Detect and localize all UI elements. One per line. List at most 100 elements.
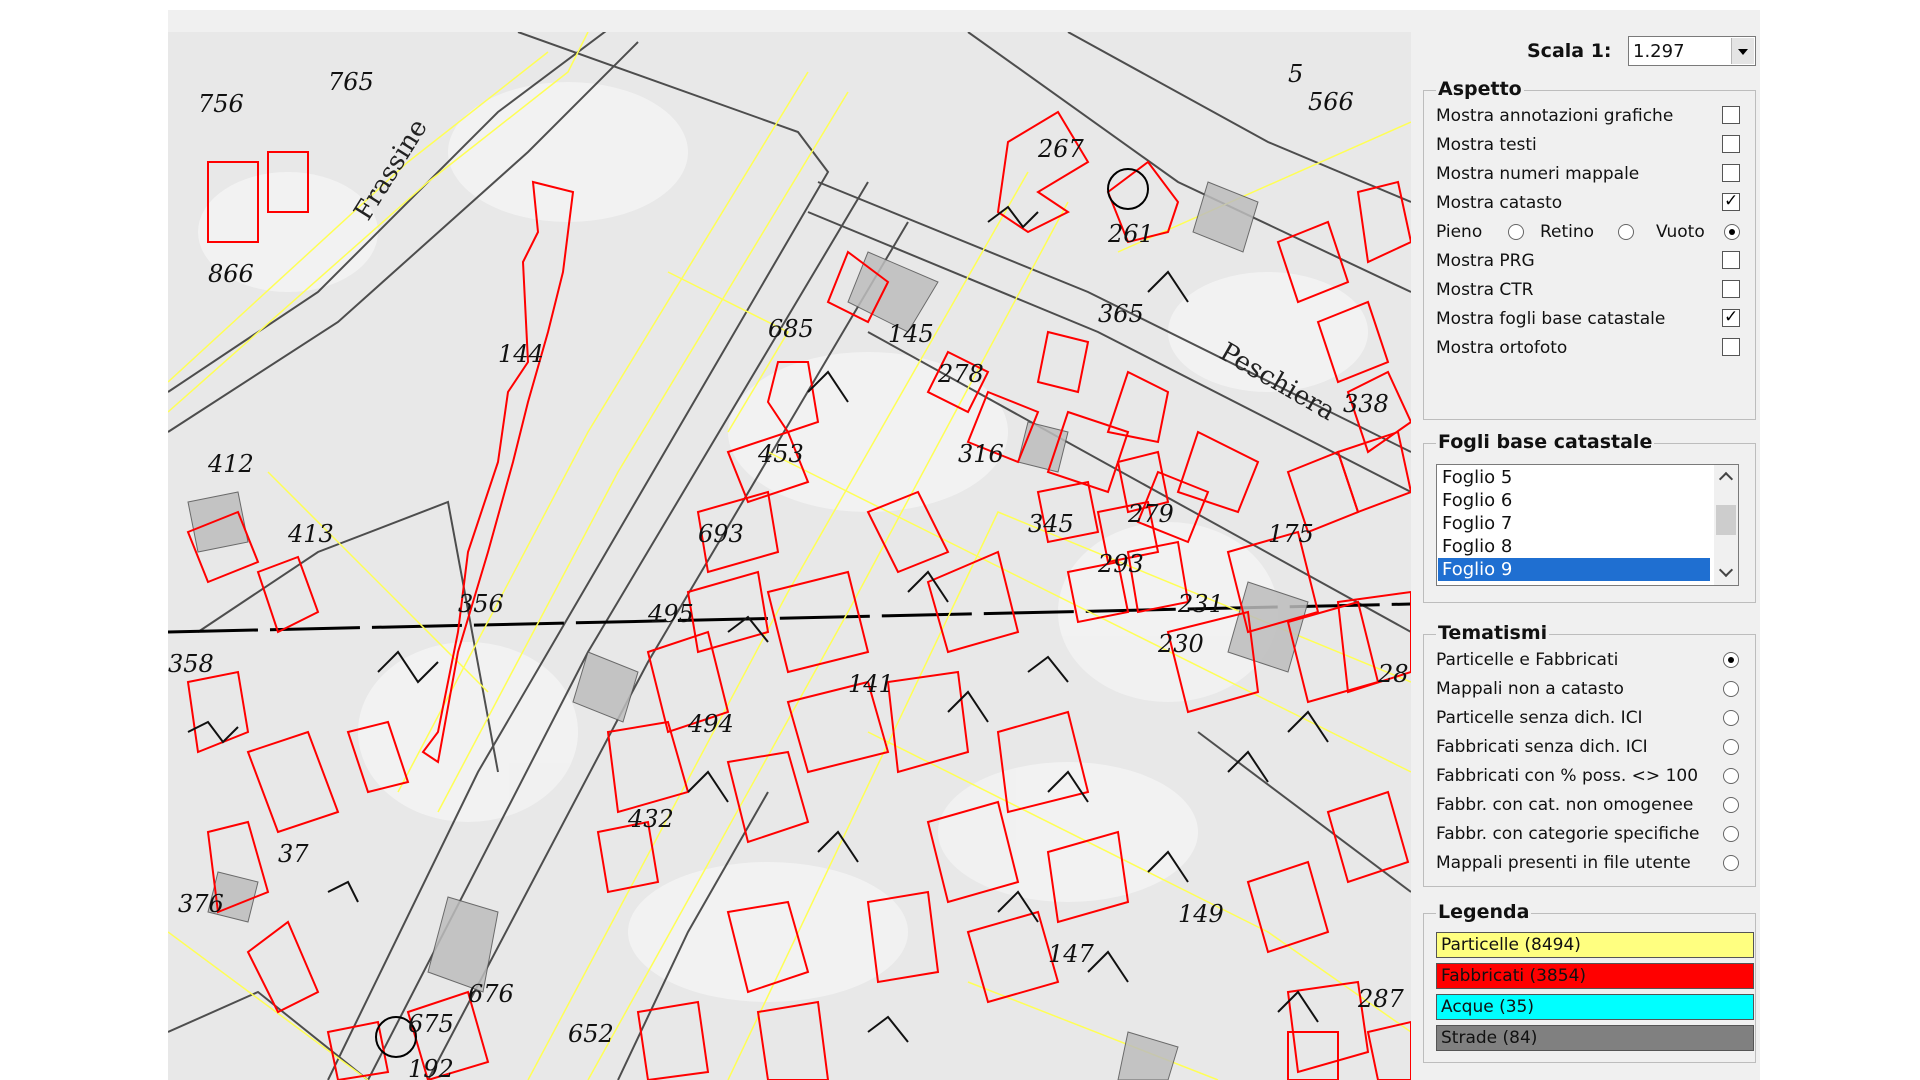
parcel-number: 175 — [1268, 520, 1314, 548]
parcel-number: 231 — [1177, 590, 1224, 618]
fogli-listbox[interactable]: Foglio 5 Foglio 6 Foglio 7 Foglio 8 Fogl… — [1436, 464, 1739, 586]
theme-label: Mappali non a catasto — [1436, 679, 1624, 699]
theme-label: Mappali presenti in file utente — [1436, 853, 1691, 873]
parcel-number: 147 — [1048, 940, 1095, 968]
checkbox-fogli-base[interactable] — [1722, 307, 1740, 327]
parcel-number: 494 — [687, 710, 734, 738]
radio-pieno[interactable] — [1508, 224, 1524, 240]
theme-option: Fabbricati con % poss. <> 100 — [1436, 763, 1743, 791]
checkbox-testi[interactable] — [1722, 135, 1740, 153]
theme-label: Fabbricati con % poss. <> 100 — [1436, 766, 1699, 786]
option-ctr: Mostra CTR — [1436, 277, 1743, 305]
scroll-thumb[interactable] — [1716, 505, 1736, 535]
parcel-number: 756 — [198, 90, 244, 118]
theme-label: Particelle senza dich. ICI — [1436, 708, 1643, 728]
chevron-up-icon[interactable] — [1718, 471, 1734, 487]
option-label: Mostra PRG — [1436, 251, 1535, 271]
parcel-number: 141 — [848, 670, 894, 698]
scale-dropdown[interactable]: 1.297 — [1628, 36, 1756, 66]
parcel-number: 37 — [278, 840, 309, 868]
parcel-number: 28 — [1377, 660, 1409, 688]
fogli-title: Fogli base catastale — [1436, 431, 1655, 453]
option-label: Mostra catasto — [1436, 193, 1563, 213]
option-testi: Mostra testi — [1436, 132, 1743, 160]
parcel-number: 5 — [1288, 60, 1303, 88]
list-item[interactable]: Foglio 7 — [1438, 512, 1710, 535]
option-numeri-mappale: Mostra numeri mappale — [1436, 161, 1743, 189]
radio-theme[interactable] — [1723, 739, 1739, 755]
parcel-number: 358 — [168, 650, 214, 678]
fill-mode-label: Retino — [1540, 222, 1595, 242]
parcel-number: 566 — [1308, 88, 1354, 116]
radio-theme[interactable] — [1723, 855, 1739, 871]
list-item[interactable]: Foglio 8 — [1438, 535, 1710, 558]
list-item[interactable]: Foglio 5 — [1438, 466, 1710, 489]
radio-theme[interactable] — [1723, 710, 1739, 726]
parcel-number: 412 — [207, 450, 254, 478]
radio-theme[interactable] — [1723, 797, 1739, 813]
parcel-number: 279 — [1127, 500, 1174, 528]
chevron-down-icon[interactable] — [1718, 562, 1734, 578]
scale-control: Scala 1: 1.297 — [1411, 34, 1760, 68]
parcel-number: 685 — [768, 315, 814, 343]
tematismi-group: Tematismi Particelle e Fabbricati Mappal… — [1423, 622, 1756, 887]
parcel-number: 376 — [178, 890, 224, 918]
map-canvas[interactable]: Frassine Peschiera 765 756 866 144 412 4… — [168, 32, 1411, 1080]
tematismi-title: Tematismi — [1436, 622, 1550, 644]
option-label: Mostra annotazioni grafiche — [1436, 106, 1674, 126]
checkbox-catasto[interactable] — [1722, 191, 1740, 211]
theme-option: Fabbricati senza dich. ICI — [1436, 734, 1743, 762]
parcel-number: 144 — [498, 340, 544, 368]
theme-option: Particelle senza dich. ICI — [1436, 705, 1743, 733]
parcel-number: 149 — [1178, 900, 1224, 928]
scale-label: Scala 1: — [1527, 40, 1612, 62]
legend-item-fabbricati: Fabbricati (3854) — [1436, 963, 1754, 989]
map-viewport[interactable]: Frassine Peschiera 765 756 866 144 412 4… — [168, 32, 1411, 1080]
radio-retino[interactable] — [1618, 224, 1634, 240]
scale-value: 1.297 — [1633, 41, 1685, 62]
application-window: Frassine Peschiera 765 756 866 144 412 4… — [168, 10, 1760, 1080]
parcel-number: 495 — [647, 600, 694, 628]
parcel-number: 145 — [888, 320, 934, 348]
chevron-down-icon[interactable] — [1731, 38, 1754, 64]
parcel-number: 267 — [1037, 135, 1085, 163]
parcel-number: 676 — [468, 980, 514, 1008]
checkbox-annotazioni[interactable] — [1722, 106, 1740, 124]
legend-item-strade: Strade (84) — [1436, 1025, 1754, 1051]
parcel-number: 261 — [1107, 220, 1154, 248]
radio-theme[interactable] — [1723, 826, 1739, 842]
radio-theme[interactable] — [1723, 681, 1739, 697]
parcel-number: 316 — [958, 440, 1004, 468]
theme-label: Fabbr. con categorie specifiche — [1436, 824, 1700, 844]
checkbox-ortofoto[interactable] — [1722, 338, 1740, 356]
aspetto-title: Aspetto — [1436, 78, 1524, 100]
parcel-number: 765 — [328, 68, 374, 96]
legenda-group: Legenda Particelle (8494) Fabbricati (38… — [1423, 901, 1756, 1063]
theme-option: Mappali presenti in file utente — [1436, 850, 1743, 878]
legend-item-particelle: Particelle (8494) — [1436, 932, 1754, 958]
scrollbar[interactable] — [1714, 465, 1738, 585]
parcel-number: 675 — [408, 1010, 454, 1038]
parcel-number: 413 — [287, 520, 334, 548]
list-item-selected[interactable]: Foglio 9 — [1438, 558, 1710, 581]
fill-mode-label: Pieno — [1436, 222, 1483, 242]
checkbox-prg[interactable] — [1722, 251, 1740, 269]
list-item[interactable]: Foglio 6 — [1438, 489, 1710, 512]
radio-theme[interactable] — [1723, 652, 1739, 668]
parcel-number: 432 — [627, 805, 674, 833]
option-label: Mostra CTR — [1436, 280, 1534, 300]
parcel-number: 693 — [698, 520, 744, 548]
legenda-title: Legenda — [1436, 901, 1532, 923]
parcel-number: 345 — [1028, 510, 1074, 538]
parcel-number: 365 — [1098, 300, 1144, 328]
option-annotazioni: Mostra annotazioni grafiche — [1436, 103, 1743, 131]
theme-label: Fabbricati senza dich. ICI — [1436, 737, 1648, 757]
parcel-number: 338 — [1343, 390, 1389, 418]
checkbox-numeri-mappale[interactable] — [1722, 164, 1740, 182]
checkbox-ctr[interactable] — [1722, 280, 1740, 298]
parcel-number: 293 — [1097, 550, 1144, 578]
option-label: Mostra ortofoto — [1436, 338, 1568, 358]
option-fogli-base: Mostra fogli base catastale — [1436, 306, 1743, 334]
radio-theme[interactable] — [1723, 768, 1739, 784]
radio-vuoto[interactable] — [1724, 224, 1740, 240]
